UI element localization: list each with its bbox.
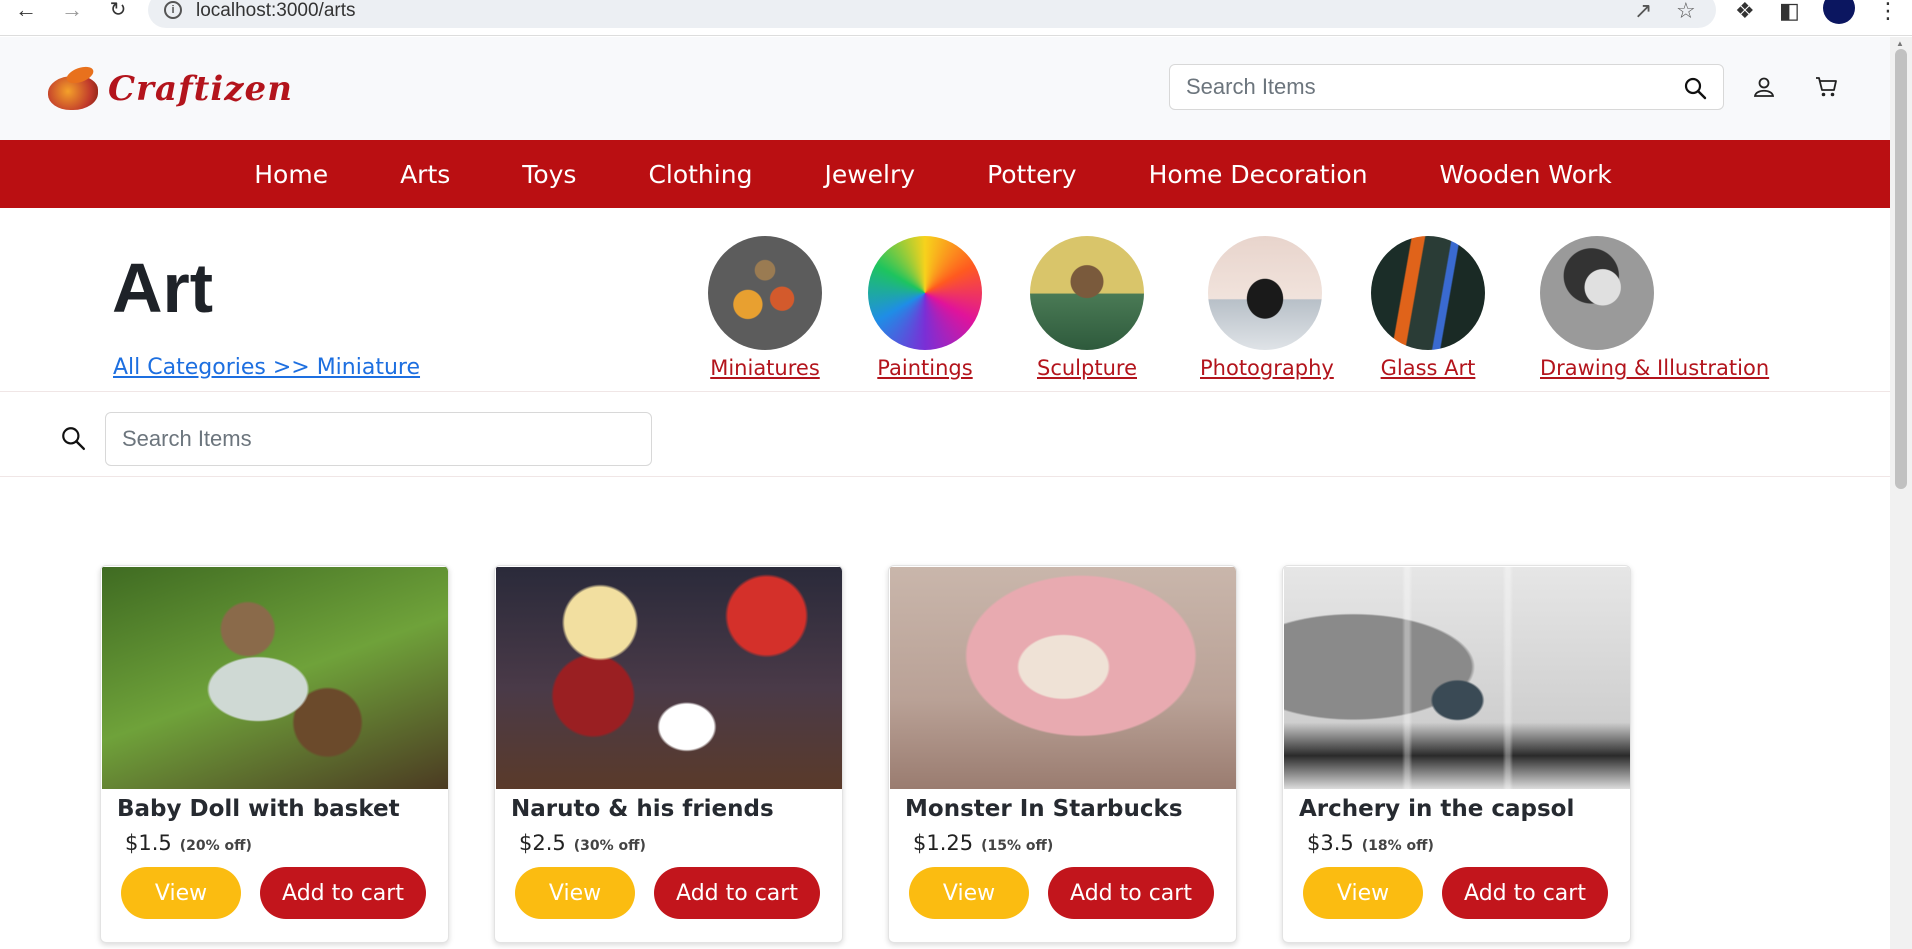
back-arrow-icon[interactable]: ← — [8, 0, 44, 22]
view-button[interactable]: View — [1303, 867, 1423, 919]
drawing-thumbnail — [1540, 236, 1654, 350]
view-button[interactable]: View — [909, 867, 1029, 919]
product-title: Baby Doll with basket — [117, 796, 400, 822]
subcategory-label: Drawing & Illustration — [1540, 356, 1770, 380]
profile-avatar[interactable] — [1823, 0, 1855, 24]
address-bar[interactable]: i localhost:3000/arts ↗ ☆ — [148, 0, 1716, 28]
miniatures-thumbnail — [708, 236, 822, 350]
nav-item-home[interactable]: Home — [254, 160, 328, 189]
product-card: Baby Doll with basket $1.5 (20% off) View… — [100, 565, 449, 943]
subcategory-miniatures[interactable]: Miniatures — [705, 236, 825, 380]
product-price: $3.5 (18% off) — [1307, 831, 1434, 855]
forward-arrow-icon[interactable]: → — [54, 0, 90, 22]
subcategory-drawing-illustration[interactable]: Drawing & Illustration — [1540, 236, 1770, 380]
view-button[interactable]: View — [515, 867, 635, 919]
header-search-input[interactable] — [1186, 73, 1666, 101]
subcategory-label: Paintings — [877, 356, 973, 380]
scrollbar-thumb[interactable] — [1895, 49, 1907, 489]
logo-hand-icon — [46, 63, 102, 112]
search-icon[interactable] — [1680, 73, 1710, 103]
filter-search-input[interactable] — [105, 412, 652, 466]
add-to-cart-button[interactable]: Add to cart — [1048, 867, 1214, 919]
photography-thumbnail — [1208, 236, 1322, 350]
subcategory-paintings[interactable]: Paintings — [862, 236, 988, 380]
sculpture-thumbnail — [1030, 236, 1144, 350]
product-title: Naruto & his friends — [511, 796, 774, 822]
item-filter-bar — [0, 392, 1890, 477]
subcategory-label: Miniatures — [710, 356, 820, 380]
bookmark-star-icon[interactable]: ☆ — [1676, 0, 1696, 24]
add-to-cart-button[interactable]: Add to cart — [260, 867, 426, 919]
menu-kebab-icon[interactable]: ⋮ — [1877, 0, 1899, 24]
site-header: Craftizen — [0, 37, 1890, 140]
header-search — [1169, 64, 1724, 110]
product-image[interactable] — [1284, 567, 1630, 789]
share-icon[interactable]: ↗ — [1634, 0, 1652, 24]
category-nav: Home Arts Toys Clothing Jewelry Pottery … — [0, 140, 1890, 208]
paintings-thumbnail — [868, 236, 982, 350]
web-page: Craftizen Home Arts Toys Clothing Jewelr… — [0, 37, 1890, 949]
nav-item-arts[interactable]: Arts — [400, 160, 450, 189]
discount-badge: (15% off) — [981, 838, 1054, 854]
subcategory-label: Glass Art — [1380, 356, 1476, 380]
extensions-puzzle-icon[interactable]: ❖ — [1735, 0, 1755, 24]
page-scrollbar[interactable]: ▲ — [1890, 37, 1912, 949]
discount-badge: (20% off) — [179, 838, 252, 854]
add-to-cart-button[interactable]: Add to cart — [654, 867, 820, 919]
discount-badge: (18% off) — [1361, 838, 1434, 854]
product-price: $1.25 (15% off) — [913, 831, 1054, 855]
product-image[interactable] — [102, 567, 448, 789]
subcategory-glass-art[interactable]: Glass Art — [1369, 236, 1487, 380]
page-title: Art — [112, 249, 214, 327]
nav-item-jewelry[interactable]: Jewelry — [824, 160, 915, 189]
subcategory-sculpture[interactable]: Sculpture — [1026, 236, 1148, 380]
product-price: $2.5 (30% off) — [519, 831, 646, 855]
view-button[interactable]: View — [121, 867, 241, 919]
product-title: Archery in the capsol — [1299, 796, 1575, 822]
browser-toolbar: ← → ↻ i localhost:3000/arts ↗ ☆ ❖ ◧ ⋮ — [0, 0, 1912, 36]
subcategory-photography[interactable]: Photography — [1200, 236, 1334, 380]
subcategory-label: Photography — [1200, 356, 1334, 380]
brand-name: Craftizen — [108, 69, 293, 109]
url-text: localhost:3000/arts — [196, 0, 356, 21]
product-card: Naruto & his friends $2.5 (30% off) View … — [494, 565, 843, 943]
side-panel-icon[interactable]: ◧ — [1779, 0, 1800, 24]
nav-item-home-decoration[interactable]: Home Decoration — [1149, 160, 1368, 189]
category-hero: Art All Categories >> Miniature Miniatur… — [0, 208, 1890, 392]
user-icon[interactable] — [1749, 72, 1779, 102]
breadcrumb[interactable]: All Categories >> Miniature — [113, 355, 420, 380]
site-info-icon[interactable]: i — [164, 1, 182, 19]
product-image[interactable] — [496, 567, 842, 789]
cart-icon[interactable] — [1812, 72, 1842, 102]
filter-search-icon[interactable] — [58, 423, 88, 453]
nav-item-clothing[interactable]: Clothing — [648, 160, 752, 189]
subcategory-label: Sculpture — [1037, 356, 1137, 380]
discount-badge: (30% off) — [573, 838, 646, 854]
product-image[interactable] — [890, 567, 1236, 789]
product-price: $1.5 (20% off) — [125, 831, 252, 855]
glass-art-thumbnail — [1371, 236, 1485, 350]
nav-item-pottery[interactable]: Pottery — [987, 160, 1077, 189]
product-card: Archery in the capsol $3.5 (18% off) View… — [1282, 565, 1631, 943]
reload-icon[interactable]: ↻ — [100, 0, 136, 22]
product-card: Monster In Starbucks $1.25 (15% off) View… — [888, 565, 1237, 943]
scroll-up-arrow-icon[interactable]: ▲ — [1896, 39, 1904, 48]
brand-logo[interactable]: Craftizen — [46, 59, 293, 119]
nav-item-wooden-work[interactable]: Wooden Work — [1440, 160, 1612, 189]
add-to-cart-button[interactable]: Add to cart — [1442, 867, 1608, 919]
product-title: Monster In Starbucks — [905, 796, 1183, 822]
nav-item-toys[interactable]: Toys — [522, 160, 576, 189]
